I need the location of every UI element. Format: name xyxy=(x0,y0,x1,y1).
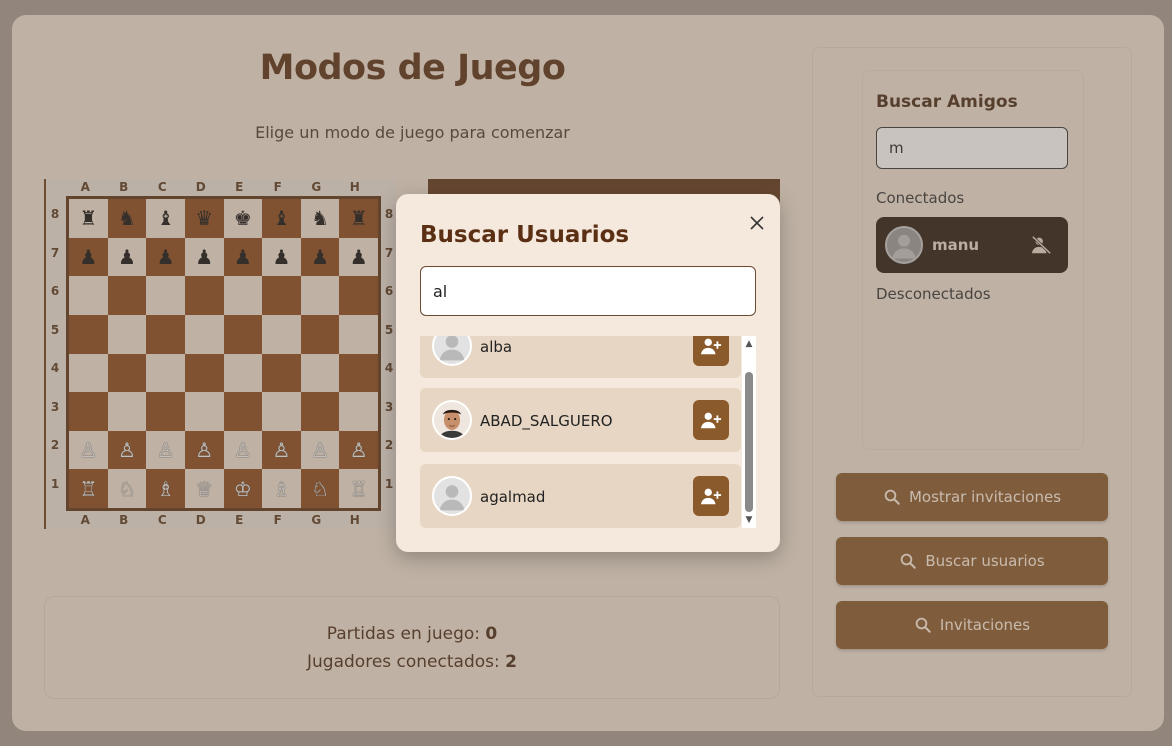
list-item: agalmad xyxy=(420,464,741,528)
avatar xyxy=(432,336,472,366)
add-user-icon xyxy=(700,338,722,355)
add-friend-button[interactable] xyxy=(693,336,729,366)
results-scrollbar[interactable]: ▲ ▼ xyxy=(742,336,756,528)
scroll-up-arrow-icon[interactable]: ▲ xyxy=(744,339,754,349)
modal-title: Buscar Usuarios xyxy=(420,222,630,248)
search-users-modal: Buscar Usuarios alba ABAD_SALGUERO xyxy=(396,194,780,552)
user-results-list[interactable]: alba ABAD_SALGUERO agalmad xyxy=(420,336,756,528)
user-name: agalmad xyxy=(480,488,546,506)
add-user-icon xyxy=(700,488,722,505)
add-friend-button[interactable] xyxy=(693,400,729,440)
list-item: alba xyxy=(420,336,741,378)
add-user-icon xyxy=(700,412,722,429)
avatar xyxy=(432,476,472,516)
list-item: ABAD_SALGUERO xyxy=(420,388,741,452)
scroll-down-arrow-icon[interactable]: ▼ xyxy=(744,515,754,525)
user-name: ABAD_SALGUERO xyxy=(480,412,613,430)
user-name: alba xyxy=(480,338,513,356)
user-search-input[interactable] xyxy=(420,266,756,316)
avatar xyxy=(432,400,472,440)
scrollbar-thumb[interactable] xyxy=(745,372,753,512)
close-icon[interactable] xyxy=(748,214,766,232)
add-friend-button[interactable] xyxy=(693,476,729,516)
